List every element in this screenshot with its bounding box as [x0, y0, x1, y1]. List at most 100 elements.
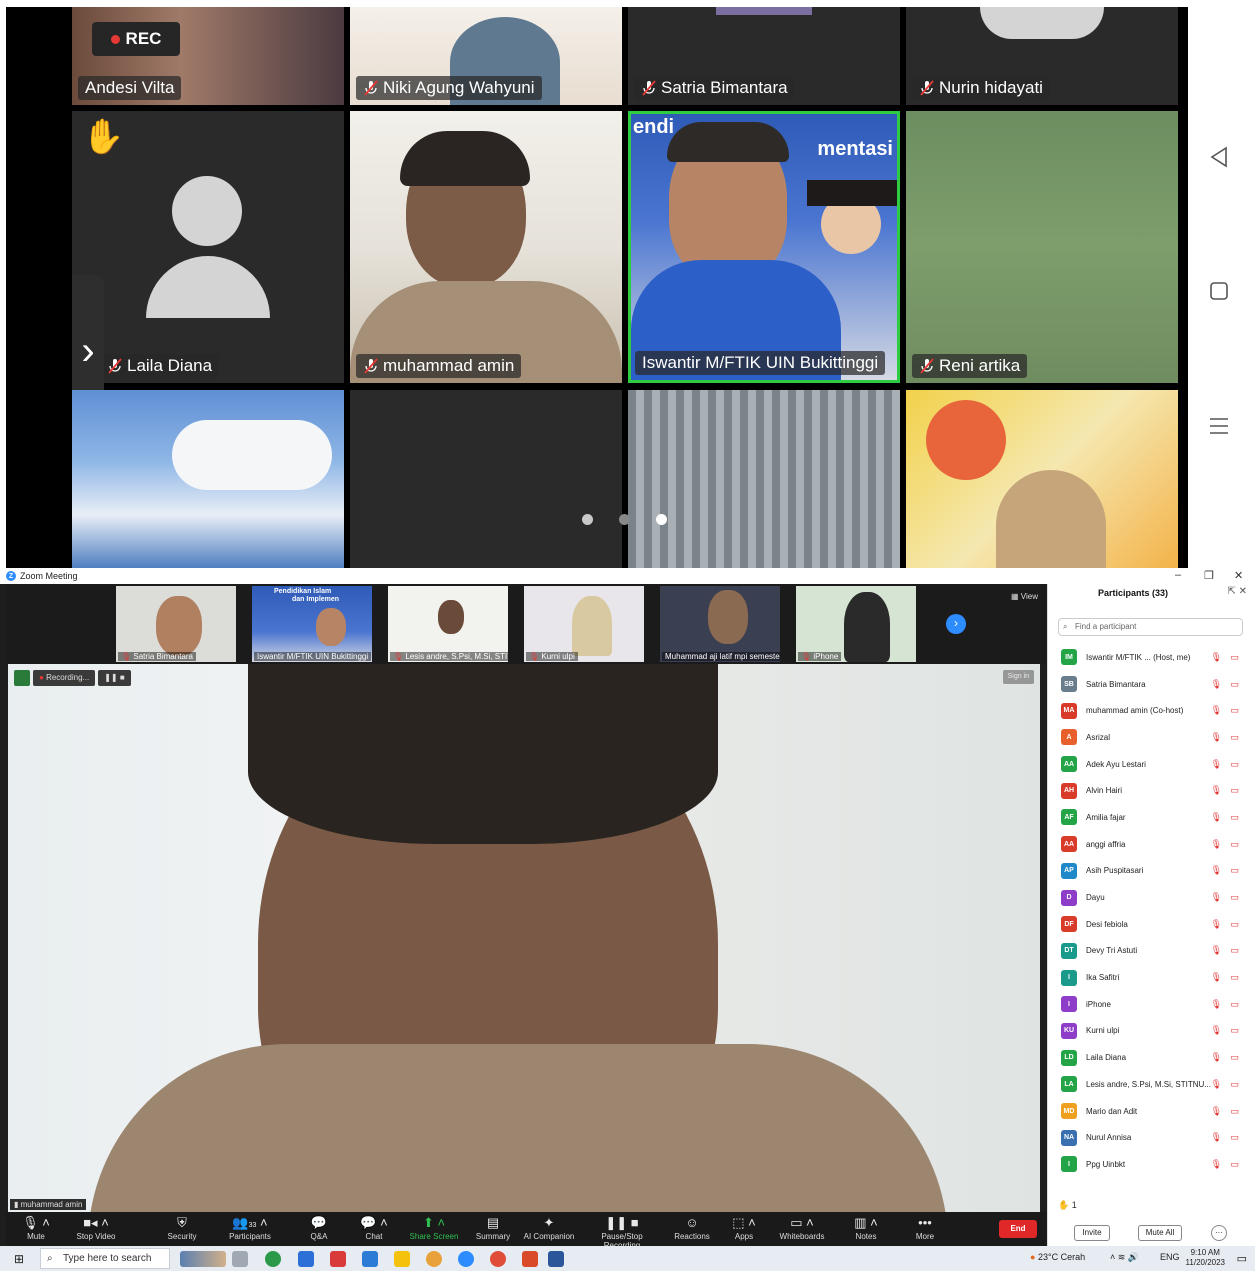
active-speaker-tile[interactable]: endi mentasi Iswantir M/FTIK UIN Bukitti… — [628, 111, 900, 383]
main-speaker-video[interactable]: ● Recording... ❚❚ ■ Sign in ▮ muhammad a… — [8, 664, 1040, 1212]
whiteboards-button[interactable]: ▭ ˄ Whiteboards — [772, 1214, 832, 1241]
video-tile[interactable]: Satria Bimantara — [628, 7, 900, 105]
participant-row[interactable]: AA anggi affria 🎙 ▭ — [1048, 831, 1255, 858]
participant-search-input[interactable]: ⌕ Find a participant — [1058, 618, 1243, 636]
chrome-icon[interactable] — [426, 1251, 442, 1267]
panel-window-controls[interactable]: ⇱ ✕ — [1227, 586, 1247, 597]
thumbnail-video[interactable]: Muhammad aji latif mpi semeste... — [660, 586, 780, 662]
taskbar-widget-icon[interactable] — [180, 1251, 226, 1267]
participant-status-icons[interactable]: 🎙 ▭ — [1211, 865, 1242, 876]
participant-status-icons[interactable]: 🎙 ▭ — [1211, 1025, 1242, 1036]
participant-row[interactable]: D Dayu 🎙 ▭ — [1048, 884, 1255, 911]
security-button[interactable]: ⛨ Security — [152, 1214, 212, 1241]
video-tile[interactable]: Reni artika — [906, 111, 1178, 383]
thumbnail-video[interactable]: Pendidikan Islam dan Implemen Iswantir M… — [252, 586, 372, 662]
participant-row[interactable]: DF Desi febiola 🎙 ▭ — [1048, 911, 1255, 938]
mute-button[interactable]: 🎙 ˄ Mute — [6, 1214, 66, 1241]
apps-button[interactable]: ⬚ ˄ Apps — [714, 1214, 774, 1241]
file-explorer-icon[interactable] — [394, 1251, 410, 1267]
video-tile[interactable]: ✋ Laila Diana — [72, 111, 344, 383]
participant-row[interactable]: AA Adek Ayu Lestari 🎙 ▭ — [1048, 751, 1255, 778]
participant-row[interactable]: MA muhammad amin (Co-host) 🎙 ▭ — [1048, 697, 1255, 724]
video-tile[interactable]: muhammad amin — [350, 111, 622, 383]
participant-row[interactable]: NA Nurul Annisa 🎙 ▭ — [1048, 1124, 1255, 1151]
participant-status-icons[interactable]: 🎙 ▭ — [1211, 1159, 1242, 1170]
language-indicator[interactable]: ENG — [1160, 1252, 1180, 1262]
participant-row[interactable]: LA Lesis andre, S.Psi, M.Si, STITNU... 🎙 ▭ — [1048, 1071, 1255, 1098]
page-dot[interactable] — [619, 514, 630, 525]
participant-status-icons[interactable]: 🎙 ▭ — [1211, 1052, 1242, 1063]
store-icon[interactable] — [298, 1251, 314, 1267]
zoom-app-icon[interactable] — [458, 1251, 474, 1267]
restore-icon[interactable]: ❐ — [1204, 569, 1214, 582]
participant-status-icons[interactable]: 🎙 ▭ — [1211, 812, 1242, 823]
participant-status-icons[interactable]: 🎙 ▭ — [1211, 732, 1242, 743]
task-view-icon[interactable] — [232, 1251, 248, 1267]
pause-stop-recording-button[interactable]: ❚❚ ■Pause/Stop Recording — [584, 1214, 660, 1250]
summary-button[interactable]: ▤ Summary — [463, 1214, 523, 1241]
participant-row[interactable]: I Ppg Uinbkt 🎙 ▭ — [1048, 1151, 1255, 1178]
video-tile[interactable] — [350, 390, 622, 568]
thumbnail-video[interactable]: 🎙 Kurni ulpi — [524, 586, 644, 662]
participant-row[interactable]: IiPhone 🎙 ▭ — [1048, 991, 1255, 1018]
minimize-icon[interactable]: – — [1175, 569, 1181, 581]
participant-row[interactable]: KU Kurni ulpi 🎙 ▭ — [1048, 1018, 1255, 1045]
participant-row[interactable]: DT Devy Tri Astuti 🎙 ▭ — [1048, 938, 1255, 965]
more-options-icon[interactable]: ··· — [1211, 1225, 1227, 1241]
close-icon[interactable]: ✕ — [1234, 569, 1243, 582]
participant-status-icons[interactable]: 🎙 ▭ — [1211, 1079, 1242, 1090]
menu-nav-icon[interactable] — [1206, 413, 1232, 439]
more-button[interactable]: ••• More — [895, 1214, 955, 1241]
participant-row[interactable]: I Ika Safitri 🎙 ▭ — [1048, 964, 1255, 991]
video-tile[interactable]: REC Andesi Vilta — [72, 7, 344, 105]
page-dot-active[interactable] — [656, 514, 667, 525]
thumbnail-video[interactable]: 🎙 iPhone — [796, 586, 916, 662]
windows-start-icon[interactable]: ⊞ — [14, 1252, 24, 1266]
video-tile[interactable]: Nurin hidayati — [906, 7, 1178, 105]
notes-button[interactable]: ▥ ˄ Notes — [836, 1214, 896, 1241]
participant-status-icons[interactable]: 🎙 ▭ — [1211, 759, 1242, 770]
mcafee-icon[interactable] — [330, 1251, 346, 1267]
participant-row[interactable]: LD Laila Diana 🎙 ▭ — [1048, 1044, 1255, 1071]
end-button[interactable]: End — [999, 1220, 1037, 1238]
participant-row[interactable]: AH Alvin Hairi 🎙 ▭ — [1048, 777, 1255, 804]
stop-video-button[interactable]: ■◂ ˄ Stop Video — [66, 1214, 126, 1241]
edge-icon[interactable] — [265, 1251, 281, 1267]
participant-status-icons[interactable]: 🎙 ▭ — [1211, 919, 1242, 930]
back-nav-icon[interactable] — [1206, 144, 1232, 170]
qa-button[interactable]: 💬 Q&A — [289, 1214, 349, 1241]
notifications-icon[interactable]: ▭ — [1237, 1252, 1247, 1265]
popout-icon[interactable]: ⇱ — [1227, 586, 1235, 597]
participants-button[interactable]: 👥33 ˄ Participants — [220, 1214, 280, 1241]
participant-status-icons[interactable]: 🎙 ▭ — [1211, 1106, 1242, 1117]
ai-companion-button[interactable]: ✦ AI Companion — [519, 1214, 579, 1241]
video-tile[interactable] — [628, 390, 900, 568]
video-tile[interactable] — [906, 390, 1178, 568]
participant-row[interactable]: SB Satria Bimantara 🎙 ▭ — [1048, 671, 1255, 698]
participant-status-icons[interactable]: 🎙 ▭ — [1211, 972, 1242, 983]
invite-button[interactable]: Invite — [1074, 1225, 1110, 1241]
participant-status-icons[interactable]: 🎙 ▭ — [1211, 999, 1242, 1010]
system-tray-icons[interactable]: ˄ ≋ 🔊 — [1110, 1252, 1139, 1263]
participant-status-icons[interactable]: 🎙 ▭ — [1211, 785, 1242, 796]
participant-row[interactable]: AP Asih Puspitasari 🎙 ▭ — [1048, 858, 1255, 885]
share-screen-button[interactable]: ⬆ ˄ Share Screen — [404, 1214, 464, 1241]
thumbnail-video[interactable]: 🎙 Lesis andre, S.Psi, M.Si, STITN... — [388, 586, 508, 662]
participant-row[interactable]: MD Mario dan Adit 🎙 ▭ — [1048, 1098, 1255, 1125]
participant-status-icons[interactable]: 🎙 ▭ — [1211, 1132, 1242, 1143]
acrobat-icon[interactable] — [522, 1251, 538, 1267]
next-page-icon[interactable]: › — [946, 614, 966, 634]
participant-status-icons[interactable]: 🎙 ▭ — [1211, 839, 1242, 850]
participant-status-icons[interactable]: 🎙 ▭ — [1211, 679, 1242, 690]
participant-row[interactable]: AF Amilia fajar 🎙 ▭ — [1048, 804, 1255, 831]
sign-in-button[interactable]: Sign in — [1002, 670, 1034, 684]
close-icon[interactable]: ✕ — [1239, 586, 1247, 597]
view-button[interactable]: ▦ View — [1011, 592, 1038, 601]
participant-status-icons[interactable]: 🎙 ▭ — [1211, 892, 1242, 903]
home-nav-icon[interactable] — [1206, 278, 1232, 304]
participant-status-icons[interactable]: 🎙 ▭ — [1211, 945, 1242, 956]
taskbar-clock[interactable]: 9:10 AM 11/20/2023 — [1186, 1248, 1225, 1268]
weather-widget[interactable]: ● 23°C Cerah — [1030, 1252, 1085, 1262]
pause-recording-button[interactable]: ❚❚ ■ — [98, 670, 131, 686]
mail-icon[interactable] — [362, 1251, 378, 1267]
